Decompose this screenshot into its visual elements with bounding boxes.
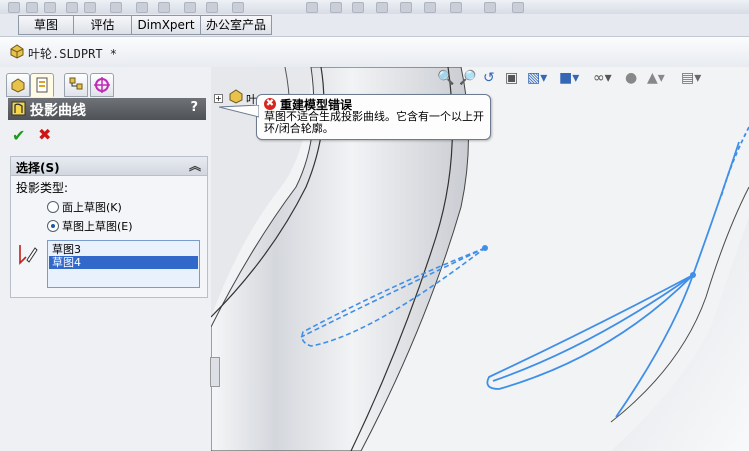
toolbar-icon[interactable]	[8, 2, 20, 13]
property-manager-tab[interactable]	[30, 73, 54, 97]
tree-expand-icon[interactable]: +	[214, 94, 223, 103]
error-message: 草图不适合生成投影曲线。它含有一个以上开环/闭合轮廓。	[264, 110, 484, 135]
feature-manager-tab[interactable]	[6, 73, 30, 97]
toolbar-icon[interactable]	[306, 2, 318, 13]
document-title-bar: 叶轮.SLDPRT *	[0, 37, 749, 67]
dim-xpert-manager-icon	[94, 77, 110, 93]
previous-view-icon[interactable]: ↺	[483, 70, 495, 88]
projected-curve-icon	[11, 101, 26, 116]
tab-evaluate[interactable]: 评估	[73, 15, 132, 35]
tooltip-pointer	[219, 105, 259, 118]
tab-dimxpert[interactable]: DimXpert	[131, 15, 201, 35]
part-tree-icon	[229, 89, 243, 104]
property-manager-panel: 投影曲线 ? ✔ ✖ 选择(S) ︽ 投影类型: 面上草图(K) 草图上草图(E…	[0, 67, 212, 451]
dimxpert-manager-tab[interactable]	[90, 73, 114, 97]
section-view-icon[interactable]: ▣	[505, 70, 518, 88]
part-icon	[10, 44, 24, 59]
toolbar-icon[interactable]	[512, 2, 524, 13]
tab-office-products[interactable]: 办公室产品	[200, 15, 272, 35]
toolbar-icon[interactable]	[450, 2, 462, 13]
configuration-manager-tab[interactable]	[64, 73, 88, 97]
view-orientation-icon[interactable]: ▧▾	[527, 70, 547, 88]
toolbar-icon[interactable]	[26, 2, 38, 13]
apply-scene-icon[interactable]: ▲▾	[647, 70, 665, 88]
rebuild-error-tooltip: ✖ 重建模型错误 草图不适合生成投影曲线。它含有一个以上开环/闭合轮廓。	[219, 94, 491, 140]
zoom-area-icon[interactable]: 🔎	[459, 70, 476, 88]
cancel-button[interactable]: ✖	[38, 125, 51, 144]
toolbar-icon[interactable]	[66, 2, 78, 13]
toolbar-icon[interactable]	[110, 2, 122, 13]
zoom-to-fit-icon[interactable]: 🔍	[437, 70, 454, 88]
projection-type-label: 投影类型:	[16, 181, 69, 195]
ok-button[interactable]: ✔	[12, 126, 25, 145]
list-item[interactable]: 草图4	[49, 256, 198, 269]
feature-manager-icon	[11, 78, 25, 93]
radio-sketch-on-sketch[interactable]	[47, 220, 59, 232]
option-sketch-on-sketch-label[interactable]: 草图上草图(E)	[62, 218, 133, 234]
radio-sketch-on-faces[interactable]	[47, 201, 59, 213]
help-button[interactable]: ?	[190, 100, 198, 115]
selection-title: 选择(S)	[16, 161, 60, 175]
toolbar-icon[interactable]	[400, 2, 412, 13]
panel-tabs	[6, 73, 206, 97]
property-manager-icon	[36, 77, 48, 93]
toolbar-icon[interactable]	[232, 2, 244, 13]
panel-splitter[interactable]	[210, 357, 220, 387]
toolbar-icon[interactable]	[136, 2, 148, 13]
toolbar-icon[interactable]	[330, 2, 342, 13]
collapse-icon[interactable]: ︽	[189, 157, 201, 174]
toolbar-icon[interactable]	[484, 2, 496, 13]
sketch-selection-list[interactable]: 草图3 草图4	[47, 240, 200, 288]
option-sketch-on-faces-label[interactable]: 面上草图(K)	[62, 199, 122, 215]
toolbar-icon[interactable]	[184, 2, 196, 13]
document-title: 叶轮.SLDPRT *	[28, 47, 118, 61]
toolbar-icon[interactable]	[206, 2, 218, 13]
toolbar-icon[interactable]	[376, 2, 388, 13]
view-settings-icon[interactable]: ▤▾	[681, 70, 701, 88]
toolbar-icon[interactable]	[84, 2, 96, 13]
edit-appearance-icon[interactable]: ●	[625, 70, 637, 88]
configuration-manager-icon	[69, 77, 83, 90]
toolbar-icon[interactable]	[352, 2, 364, 13]
sketch-selection-icon	[19, 245, 38, 265]
error-icon: ✖	[264, 98, 276, 110]
list-item[interactable]: 草图3	[49, 243, 198, 256]
toolbar-icon[interactable]	[424, 2, 436, 13]
main-toolbar	[0, 0, 749, 15]
toolbar-icon[interactable]	[158, 2, 170, 13]
hide-show-icon[interactable]: ∞▾	[593, 70, 612, 88]
display-style-icon[interactable]: ■▾	[559, 70, 579, 88]
selection-group: 选择(S) ︽ 投影类型: 面上草图(K) 草图上草图(E) 草图3 草图4	[10, 156, 208, 298]
feature-title: 投影曲线	[30, 103, 86, 119]
selection-header[interactable]: 选择(S) ︽	[11, 157, 207, 176]
toolbar-icon[interactable]	[44, 2, 56, 13]
tab-sketch[interactable]: 草图	[18, 15, 74, 35]
feature-header: 投影曲线 ?	[8, 98, 206, 120]
command-manager-tabs: 草图 评估 DimXpert 办公室产品	[0, 14, 749, 37]
